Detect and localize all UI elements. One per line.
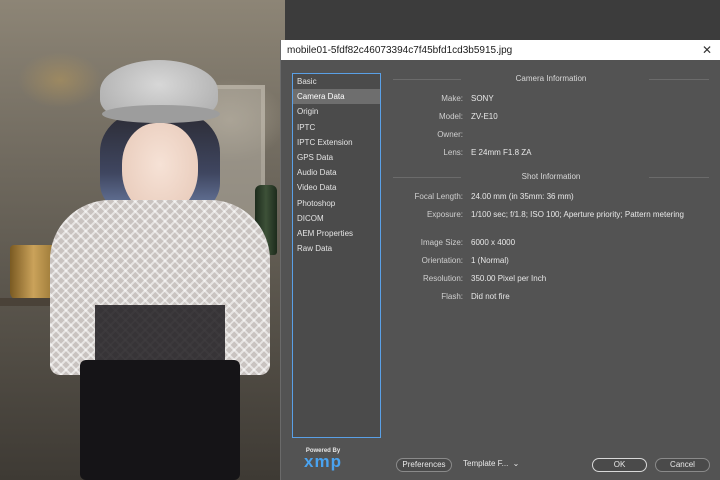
lens-value[interactable]: E 24mm F1.8 ZA [471, 148, 531, 157]
sidebar-item-raw-data[interactable]: Raw Data [293, 241, 380, 256]
exposure-value[interactable]: 1/100 sec; f/1.8; ISO 100; Aperture prio… [471, 210, 684, 219]
resolution-value[interactable]: 350.00 Pixel per Inch [471, 274, 546, 283]
person-skirt [80, 360, 240, 480]
resolution-row: Resolution: 350.00 Pixel per Inch [393, 274, 713, 286]
orientation-row: Orientation: 1 (Normal) [393, 256, 713, 268]
person-hat-brim [102, 105, 220, 123]
focal-length-row: Focal Length: 24.00 mm (in 35mm: 36 mm) [393, 192, 713, 204]
sidebar-item-origin[interactable]: Origin [293, 104, 380, 119]
resolution-label: Resolution: [422, 274, 463, 283]
exposure-row: Exposure: 1/100 sec; f/1.8; ISO 100; Ape… [393, 210, 713, 222]
orientation-value[interactable]: 1 (Normal) [471, 256, 509, 265]
ok-button[interactable]: OK [592, 458, 647, 472]
dialog-titlebar[interactable]: mobile01-5fdf82c46073394c7f45bfd1cd3b591… [281, 40, 720, 60]
owner-row: Owner: [393, 130, 713, 142]
image-size-label: Image Size: [420, 238, 463, 247]
divider [649, 79, 709, 80]
category-sidebar: Basic Camera Data Origin IPTC IPTC Exten… [292, 73, 381, 438]
focal-length-label: Focal Length: [414, 192, 463, 201]
xmp-logo-mark: xmp [304, 452, 342, 471]
sidebar-item-iptc[interactable]: IPTC [293, 120, 380, 135]
owner-label: Owner: [437, 130, 463, 139]
model-label: Model: [438, 112, 463, 121]
image-size-row: Image Size: 6000 x 4000 [393, 238, 713, 250]
file-info-dialog: mobile01-5fdf82c46073394c7f45bfd1cd3b591… [280, 40, 720, 480]
sidebar-item-iptc-extension[interactable]: IPTC Extension [293, 135, 380, 150]
make-value[interactable]: SONY [471, 94, 494, 103]
sidebar-item-dicom[interactable]: DICOM [293, 211, 380, 226]
sidebar-item-aem-properties[interactable]: AEM Properties [293, 226, 380, 241]
sidebar-item-audio-data[interactable]: Audio Data [293, 165, 380, 180]
make-label: Make: [441, 94, 463, 103]
sidebar-item-gps-data[interactable]: GPS Data [293, 150, 380, 165]
photo-person [40, 55, 280, 480]
cancel-button[interactable]: Cancel [655, 458, 710, 472]
template-dropdown[interactable]: Template F... ⌄ [461, 458, 525, 472]
sidebar-item-video-data[interactable]: Video Data [293, 180, 380, 195]
exposure-label: Exposure: [426, 210, 463, 219]
chevron-down-icon: ⌄ [512, 459, 520, 468]
image-size-value[interactable]: 6000 x 4000 [471, 238, 515, 247]
shot-info-heading: Shot Information [393, 170, 709, 184]
make-row: Make: SONY [393, 94, 713, 106]
sidebar-item-camera-data[interactable]: Camera Data [293, 89, 380, 105]
close-icon[interactable]: ✕ [702, 43, 712, 57]
sidebar-item-photoshop[interactable]: Photoshop [293, 196, 380, 211]
focal-length-value[interactable]: 24.00 mm (in 35mm: 36 mm) [471, 192, 574, 201]
model-value[interactable]: ZV-E10 [471, 112, 498, 121]
camera-data-panel: Camera Information Make: SONY Model: ZV-… [393, 70, 713, 440]
divider [649, 177, 709, 178]
flash-label: Flash: [441, 292, 463, 301]
sidebar-item-basic[interactable]: Basic [293, 74, 380, 89]
orientation-label: Orientation: [421, 256, 463, 265]
template-dropdown-label: Template F... [463, 459, 509, 468]
background-photo [0, 0, 285, 480]
flash-row: Flash: Did not fire [393, 292, 713, 304]
preferences-button[interactable]: Preferences [396, 458, 452, 472]
model-row: Model: ZV-E10 [393, 112, 713, 124]
flash-value[interactable]: Did not fire [471, 292, 510, 301]
lens-row: Lens: E 24mm F1.8 ZA [393, 148, 713, 160]
dialog-title: mobile01-5fdf82c46073394c7f45bfd1cd3b591… [287, 44, 513, 56]
camera-info-heading: Camera Information [393, 72, 709, 86]
lens-label: Lens: [443, 148, 463, 157]
xmp-logo: Powered By xmp [293, 448, 353, 470]
